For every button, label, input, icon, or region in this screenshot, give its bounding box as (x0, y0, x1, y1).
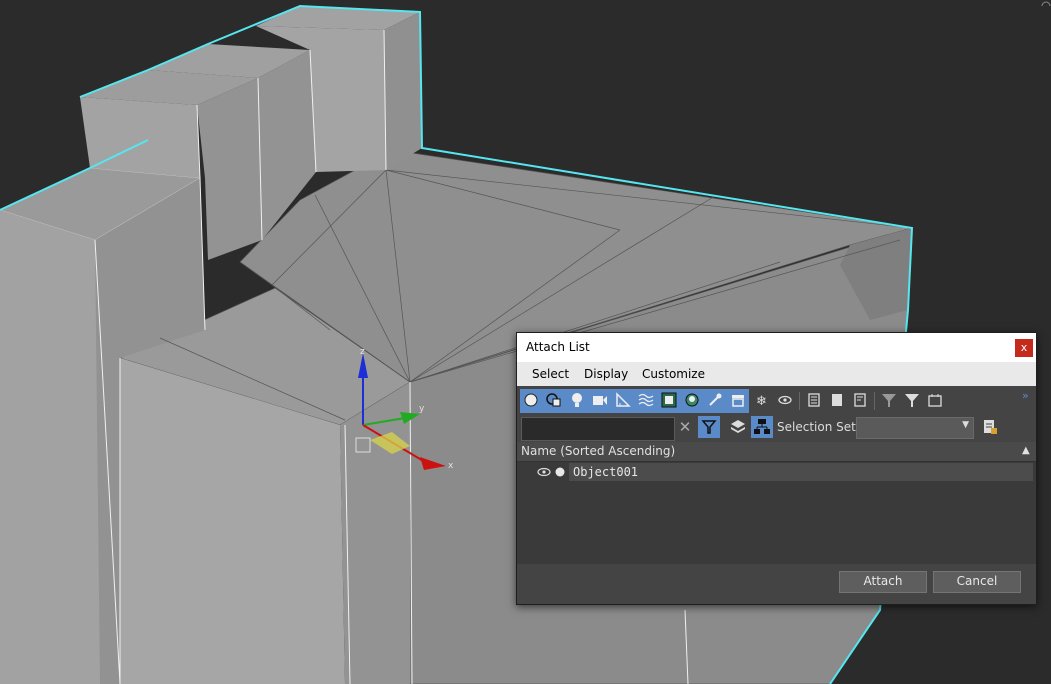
lights-icon[interactable] (567, 390, 587, 410)
hierarchy-icon[interactable] (751, 416, 773, 438)
containers-icon[interactable] (728, 390, 748, 410)
object-type-icon (555, 467, 565, 477)
cameras-icon[interactable] (590, 390, 610, 410)
groups-icon[interactable] (659, 390, 679, 410)
chevron-down-icon: ▼ (962, 420, 969, 430)
axis-label-y: y (419, 404, 425, 414)
search-input[interactable] (521, 417, 675, 441)
list-item-name-cell[interactable]: Object001 (569, 463, 1033, 481)
none-icon[interactable] (827, 390, 847, 410)
menu-bar: Select Display Customize (517, 362, 1036, 386)
column-name-header[interactable]: Name (Sorted Ascending) (521, 444, 675, 458)
shapes-icon[interactable] (544, 390, 564, 410)
visibility-eye-icon[interactable] (537, 466, 551, 478)
filter-icon[interactable] (879, 390, 899, 410)
viewport-corner-icon (1041, 1, 1051, 7)
display-options-icon[interactable] (925, 390, 945, 410)
overflow-chevron-icon[interactable]: » (1022, 389, 1029, 402)
filter-funnel-icon[interactable] (902, 390, 922, 410)
list-item-name: Object001 (573, 465, 639, 479)
edit-selection-set-icon[interactable] (979, 416, 1001, 438)
frozen-icon[interactable]: ❄ (752, 390, 772, 410)
dialog-footer: Attach Cancel (517, 564, 1036, 604)
hidden-icon[interactable] (775, 390, 795, 410)
close-button[interactable]: x (1015, 339, 1033, 357)
search-row: ✕ Selection Set: ▼ (517, 415, 1036, 441)
spacewarps-icon[interactable] (636, 390, 656, 410)
filter-toolbar: ❄ » (517, 387, 1036, 415)
geometry-icon[interactable] (521, 390, 541, 410)
helpers-icon[interactable] (613, 390, 633, 410)
filter-toggle-button[interactable] (698, 416, 720, 438)
axis-label-x: x (448, 461, 454, 471)
axis-label-z: z (360, 347, 365, 357)
list-item[interactable]: Object001 (517, 463, 1034, 482)
attach-button[interactable]: Attach (839, 571, 927, 593)
bones-icon[interactable] (705, 390, 725, 410)
list-header[interactable]: Name (Sorted Ascending) ▲ (517, 442, 1036, 462)
svg-text:❄: ❄ (756, 394, 767, 408)
layers-icon[interactable] (727, 416, 749, 438)
dialog-title: Attach List (526, 340, 590, 354)
all-icon[interactable] (804, 390, 824, 410)
title-bar[interactable]: Attach List x (517, 333, 1036, 362)
menu-display[interactable]: Display (584, 367, 628, 381)
selection-set-label: Selection Set: (777, 420, 860, 434)
object-list[interactable]: Name (Sorted Ascending) ▲ Object001 (517, 442, 1036, 564)
menu-customize[interactable]: Customize (642, 367, 705, 381)
invert-icon[interactable] (850, 390, 870, 410)
attach-list-dialog: Attach List x Select Display Customize ❄… (516, 332, 1037, 605)
menu-select[interactable]: Select (532, 367, 569, 381)
selection-set-dropdown[interactable]: ▼ (856, 417, 974, 439)
clear-search-icon[interactable]: ✕ (677, 418, 693, 436)
cancel-button[interactable]: Cancel (933, 571, 1021, 593)
sort-ascending-icon[interactable]: ▲ (1022, 445, 1030, 456)
xrefs-icon[interactable] (682, 390, 702, 410)
